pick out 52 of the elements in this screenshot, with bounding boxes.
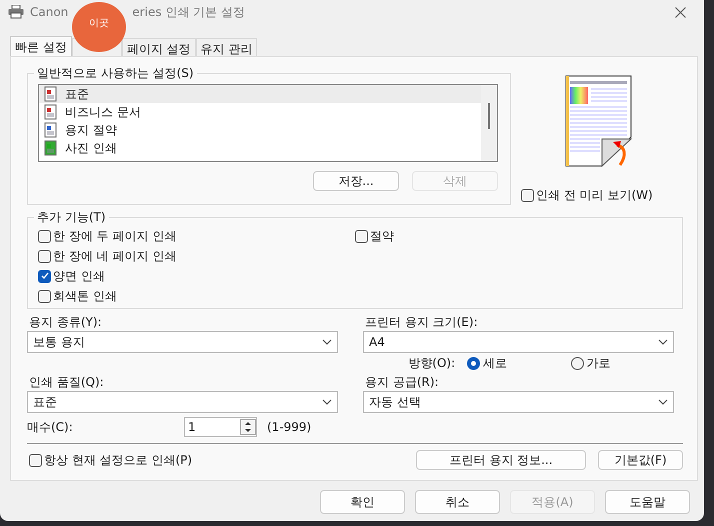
chevron-down-icon [658,399,668,405]
scrollbar-thumb[interactable] [488,103,490,129]
preset-item[interactable]: 용지 절약 [39,121,481,139]
tab[interactable]: 빠른 설정 [10,36,72,56]
quality-dropdown[interactable]: 표준 [27,391,338,413]
document-icon [43,140,59,156]
dialog-button[interactable]: 취소 [415,490,500,514]
chevron-down-icon [322,399,332,405]
dialog-button[interactable]: 확인 [320,490,405,514]
feature-checkbox[interactable]: 회색톤 인쇄 [38,286,355,306]
paper-source-dropdown[interactable]: 자동 선택 [363,391,674,413]
panel-button[interactable]: 프린터 용지 정보... [416,450,586,470]
tab[interactable]: 유지 관리 [196,38,258,56]
field-label: 용지 종류(Y): [28,314,103,331]
checkmark-icon [40,271,50,281]
feature-checkbox[interactable]: 한 장에 두 페이지 인쇄 [38,226,355,246]
feature-checkbox[interactable]: 절약 [355,226,672,246]
document-preview-icon [565,75,635,169]
document-icon [43,104,59,120]
group-title: 일반적으로 사용하는 설정(S) [36,65,195,82]
window-title: Canon [30,5,68,19]
feature-checkbox[interactable]: 한 장에 네 페이지 인쇄 [38,246,355,266]
feature-checkbox[interactable]: 양면 인쇄 [38,266,355,286]
field-label: 용지 공급(R): [364,374,440,391]
range-text: (1-999) [267,420,312,434]
preset-item[interactable]: 사진 인쇄 [39,139,481,157]
orientation-radio[interactable]: 가로 [570,354,674,372]
callout-tooltip: 이곳 [72,2,126,52]
tab[interactable]: 페이지 설정 [122,38,196,56]
preview-checkbox[interactable]: 인쇄 전 미리 보기(W) [521,185,653,205]
always-print-checkbox[interactable]: 항상 현재 설정으로 인쇄(P) [29,450,192,470]
media-type-dropdown[interactable]: 보통 용지 [27,331,338,353]
field-label: 프린터 용지 크기(E): [364,314,479,331]
close-icon[interactable] [675,6,686,18]
field-label: 인쇄 품질(Q): [28,374,105,391]
preset-item[interactable]: 표준 [39,85,481,103]
field-label: 매수(C): [27,418,74,436]
preset-button[interactable]: 저장... [313,171,399,191]
panel-button[interactable]: 기본값(F) [598,450,683,470]
copies-spinner[interactable]: 1 [184,417,257,437]
chevron-down-icon [658,339,668,345]
printer-icon [8,5,24,19]
document-icon [43,122,59,138]
chevron-down-icon [322,339,332,345]
preset-item[interactable]: 비즈니스 문서 [39,103,481,121]
spin-arrows-icon[interactable] [240,419,256,435]
dialog-button[interactable]: 도움말 [605,490,690,514]
field-label: 방향(O): [407,354,456,372]
window-title: eries 인쇄 기본 설정 [132,4,246,20]
paper-size-dropdown[interactable]: A4 [363,331,674,353]
group-title: 추가 기능(T) [36,209,107,226]
orientation-radio[interactable]: 세로 [467,354,571,372]
